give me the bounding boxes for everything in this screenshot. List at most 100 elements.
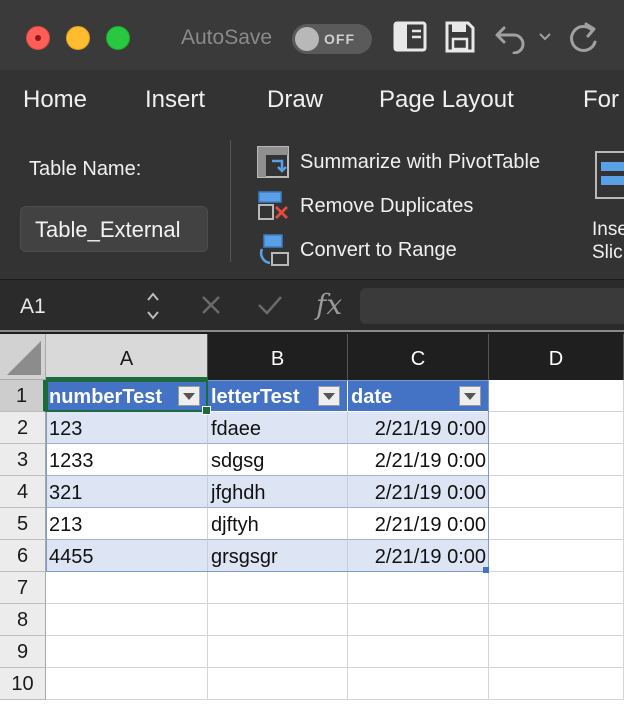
ribbon-separator bbox=[230, 140, 231, 262]
sidebar-icon[interactable] bbox=[393, 20, 429, 54]
insert-slicer-icon[interactable] bbox=[594, 150, 624, 200]
empty-cell[interactable] bbox=[46, 572, 208, 604]
table-resize-handle[interactable] bbox=[483, 567, 489, 573]
header-letter-test: letterTest bbox=[211, 386, 300, 408]
table-cell[interactable]: 2/21/19 0:00 bbox=[348, 540, 489, 572]
table-cell[interactable]: 2/21/19 0:00 bbox=[348, 508, 489, 540]
empty-cell[interactable] bbox=[46, 668, 208, 700]
summarize-pivottable-button[interactable]: Summarize with PivotTable bbox=[256, 144, 540, 180]
row-header-7[interactable]: 7 bbox=[0, 572, 46, 604]
formula-input[interactable] bbox=[360, 288, 624, 324]
insert-slicer-line1: Inse bbox=[592, 219, 624, 240]
table-cell[interactable]: 123 bbox=[46, 412, 208, 444]
name-box[interactable]: A1 bbox=[0, 280, 172, 332]
formula-bar: A1 fx bbox=[0, 280, 624, 332]
tab-page-layout[interactable]: Page Layout bbox=[379, 86, 514, 114]
remove-duplicates-button[interactable]: Remove Duplicates bbox=[256, 188, 473, 224]
row-header-10[interactable]: 10 bbox=[0, 668, 46, 700]
empty-cell[interactable] bbox=[489, 444, 624, 476]
empty-cell[interactable] bbox=[348, 604, 489, 636]
insert-function-icon[interactable]: fx bbox=[316, 288, 342, 321]
cell-d1[interactable] bbox=[489, 380, 624, 412]
filter-dropdown-icon[interactable] bbox=[459, 386, 481, 406]
cancel-entry-icon[interactable] bbox=[198, 292, 224, 318]
row-header-4[interactable]: 4 bbox=[0, 476, 46, 508]
undo-dropdown-chevron-icon[interactable] bbox=[538, 32, 552, 42]
table-cell[interactable]: 2/21/19 0:00 bbox=[348, 476, 489, 508]
column-header-a[interactable]: A bbox=[46, 334, 208, 380]
table-header-cell[interactable]: date bbox=[348, 380, 489, 412]
empty-cell[interactable] bbox=[208, 668, 348, 700]
table-name-label: Table Name: bbox=[29, 158, 142, 180]
header-number-test: numberTest bbox=[49, 386, 162, 408]
ribbon-tabs: Home Insert Draw Page Layout For bbox=[0, 70, 624, 132]
table-header-cell[interactable]: numberTest bbox=[46, 380, 208, 412]
name-box-value: A1 bbox=[20, 295, 46, 318]
row-header-8[interactable]: 8 bbox=[0, 604, 46, 636]
name-box-stepper-icon[interactable] bbox=[145, 288, 161, 324]
filter-dropdown-icon[interactable] bbox=[178, 386, 200, 406]
empty-cell[interactable] bbox=[208, 572, 348, 604]
row-header-3[interactable]: 3 bbox=[0, 444, 46, 476]
row-header-9[interactable]: 9 bbox=[0, 636, 46, 668]
convert-to-range-icon bbox=[259, 234, 289, 266]
convert-to-range-label: Convert to Range bbox=[300, 238, 457, 261]
table-cell[interactable]: fdaee bbox=[208, 412, 348, 444]
table-cell[interactable]: 1233 bbox=[46, 444, 208, 476]
pivottable-icon bbox=[257, 146, 289, 178]
tab-insert[interactable]: Insert bbox=[145, 86, 205, 114]
spreadsheet-grid: A B C D 1 2 3 4 5 6 7 8 9 10 numberTest … bbox=[0, 334, 624, 704]
insert-slicer-label[interactable]: Inse Slic bbox=[592, 218, 624, 264]
table-cell[interactable]: 321 bbox=[46, 476, 208, 508]
table-cell[interactable]: 213 bbox=[46, 508, 208, 540]
table-cell[interactable]: jfghdh bbox=[208, 476, 348, 508]
header-date: date bbox=[351, 386, 393, 408]
column-header-c[interactable]: C bbox=[348, 334, 489, 380]
tab-draw[interactable]: Draw bbox=[267, 86, 323, 114]
row-header-5[interactable]: 5 bbox=[0, 508, 46, 540]
table-cell[interactable]: 4455 bbox=[46, 540, 208, 572]
table-cell[interactable]: djftyh bbox=[208, 508, 348, 540]
empty-cell[interactable] bbox=[348, 572, 489, 604]
close-window-button[interactable] bbox=[26, 26, 50, 50]
save-icon[interactable] bbox=[444, 20, 476, 54]
tab-formulas[interactable]: For bbox=[583, 86, 619, 114]
empty-cell[interactable] bbox=[489, 412, 624, 444]
empty-cell[interactable] bbox=[489, 540, 624, 572]
column-header-d[interactable]: D bbox=[489, 334, 624, 380]
undo-icon[interactable] bbox=[494, 20, 528, 54]
empty-cell[interactable] bbox=[489, 508, 624, 540]
empty-cell[interactable] bbox=[489, 572, 624, 604]
row-header-6[interactable]: 6 bbox=[0, 540, 46, 572]
row-header-2[interactable]: 2 bbox=[0, 412, 46, 444]
empty-cell[interactable] bbox=[348, 636, 489, 668]
empty-cell[interactable] bbox=[489, 668, 624, 700]
tab-home[interactable]: Home bbox=[23, 86, 87, 114]
column-header-b[interactable]: B bbox=[208, 334, 348, 380]
row-header-1[interactable]: 1 bbox=[0, 380, 46, 412]
table-name-input[interactable]: Table_External bbox=[20, 206, 208, 252]
select-all-button[interactable] bbox=[0, 334, 46, 380]
pivottable-label: Summarize with PivotTable bbox=[300, 150, 541, 173]
empty-cell[interactable] bbox=[348, 668, 489, 700]
table-cell[interactable]: 2/21/19 0:00 bbox=[348, 412, 489, 444]
autosave-toggle[interactable]: OFF bbox=[292, 24, 372, 54]
table-cell[interactable]: sdgsg bbox=[208, 444, 348, 476]
convert-to-range-button[interactable]: Convert to Range bbox=[256, 232, 457, 268]
table-header-cell[interactable]: letterTest bbox=[208, 380, 348, 412]
remove-duplicates-icon bbox=[258, 191, 288, 220]
empty-cell[interactable] bbox=[46, 604, 208, 636]
redo-icon[interactable] bbox=[566, 20, 602, 56]
confirm-entry-icon[interactable] bbox=[256, 292, 284, 318]
empty-cell[interactable] bbox=[208, 604, 348, 636]
table-cell[interactable]: 2/21/19 0:00 bbox=[348, 444, 489, 476]
empty-cell[interactable] bbox=[46, 636, 208, 668]
zoom-window-button[interactable] bbox=[106, 26, 130, 50]
empty-cell[interactable] bbox=[208, 636, 348, 668]
empty-cell[interactable] bbox=[489, 604, 624, 636]
filter-dropdown-icon[interactable] bbox=[318, 386, 340, 406]
minimize-window-button[interactable] bbox=[66, 26, 90, 50]
empty-cell[interactable] bbox=[489, 636, 624, 668]
table-cell[interactable]: grsgsgr bbox=[208, 540, 348, 572]
empty-cell[interactable] bbox=[489, 476, 624, 508]
